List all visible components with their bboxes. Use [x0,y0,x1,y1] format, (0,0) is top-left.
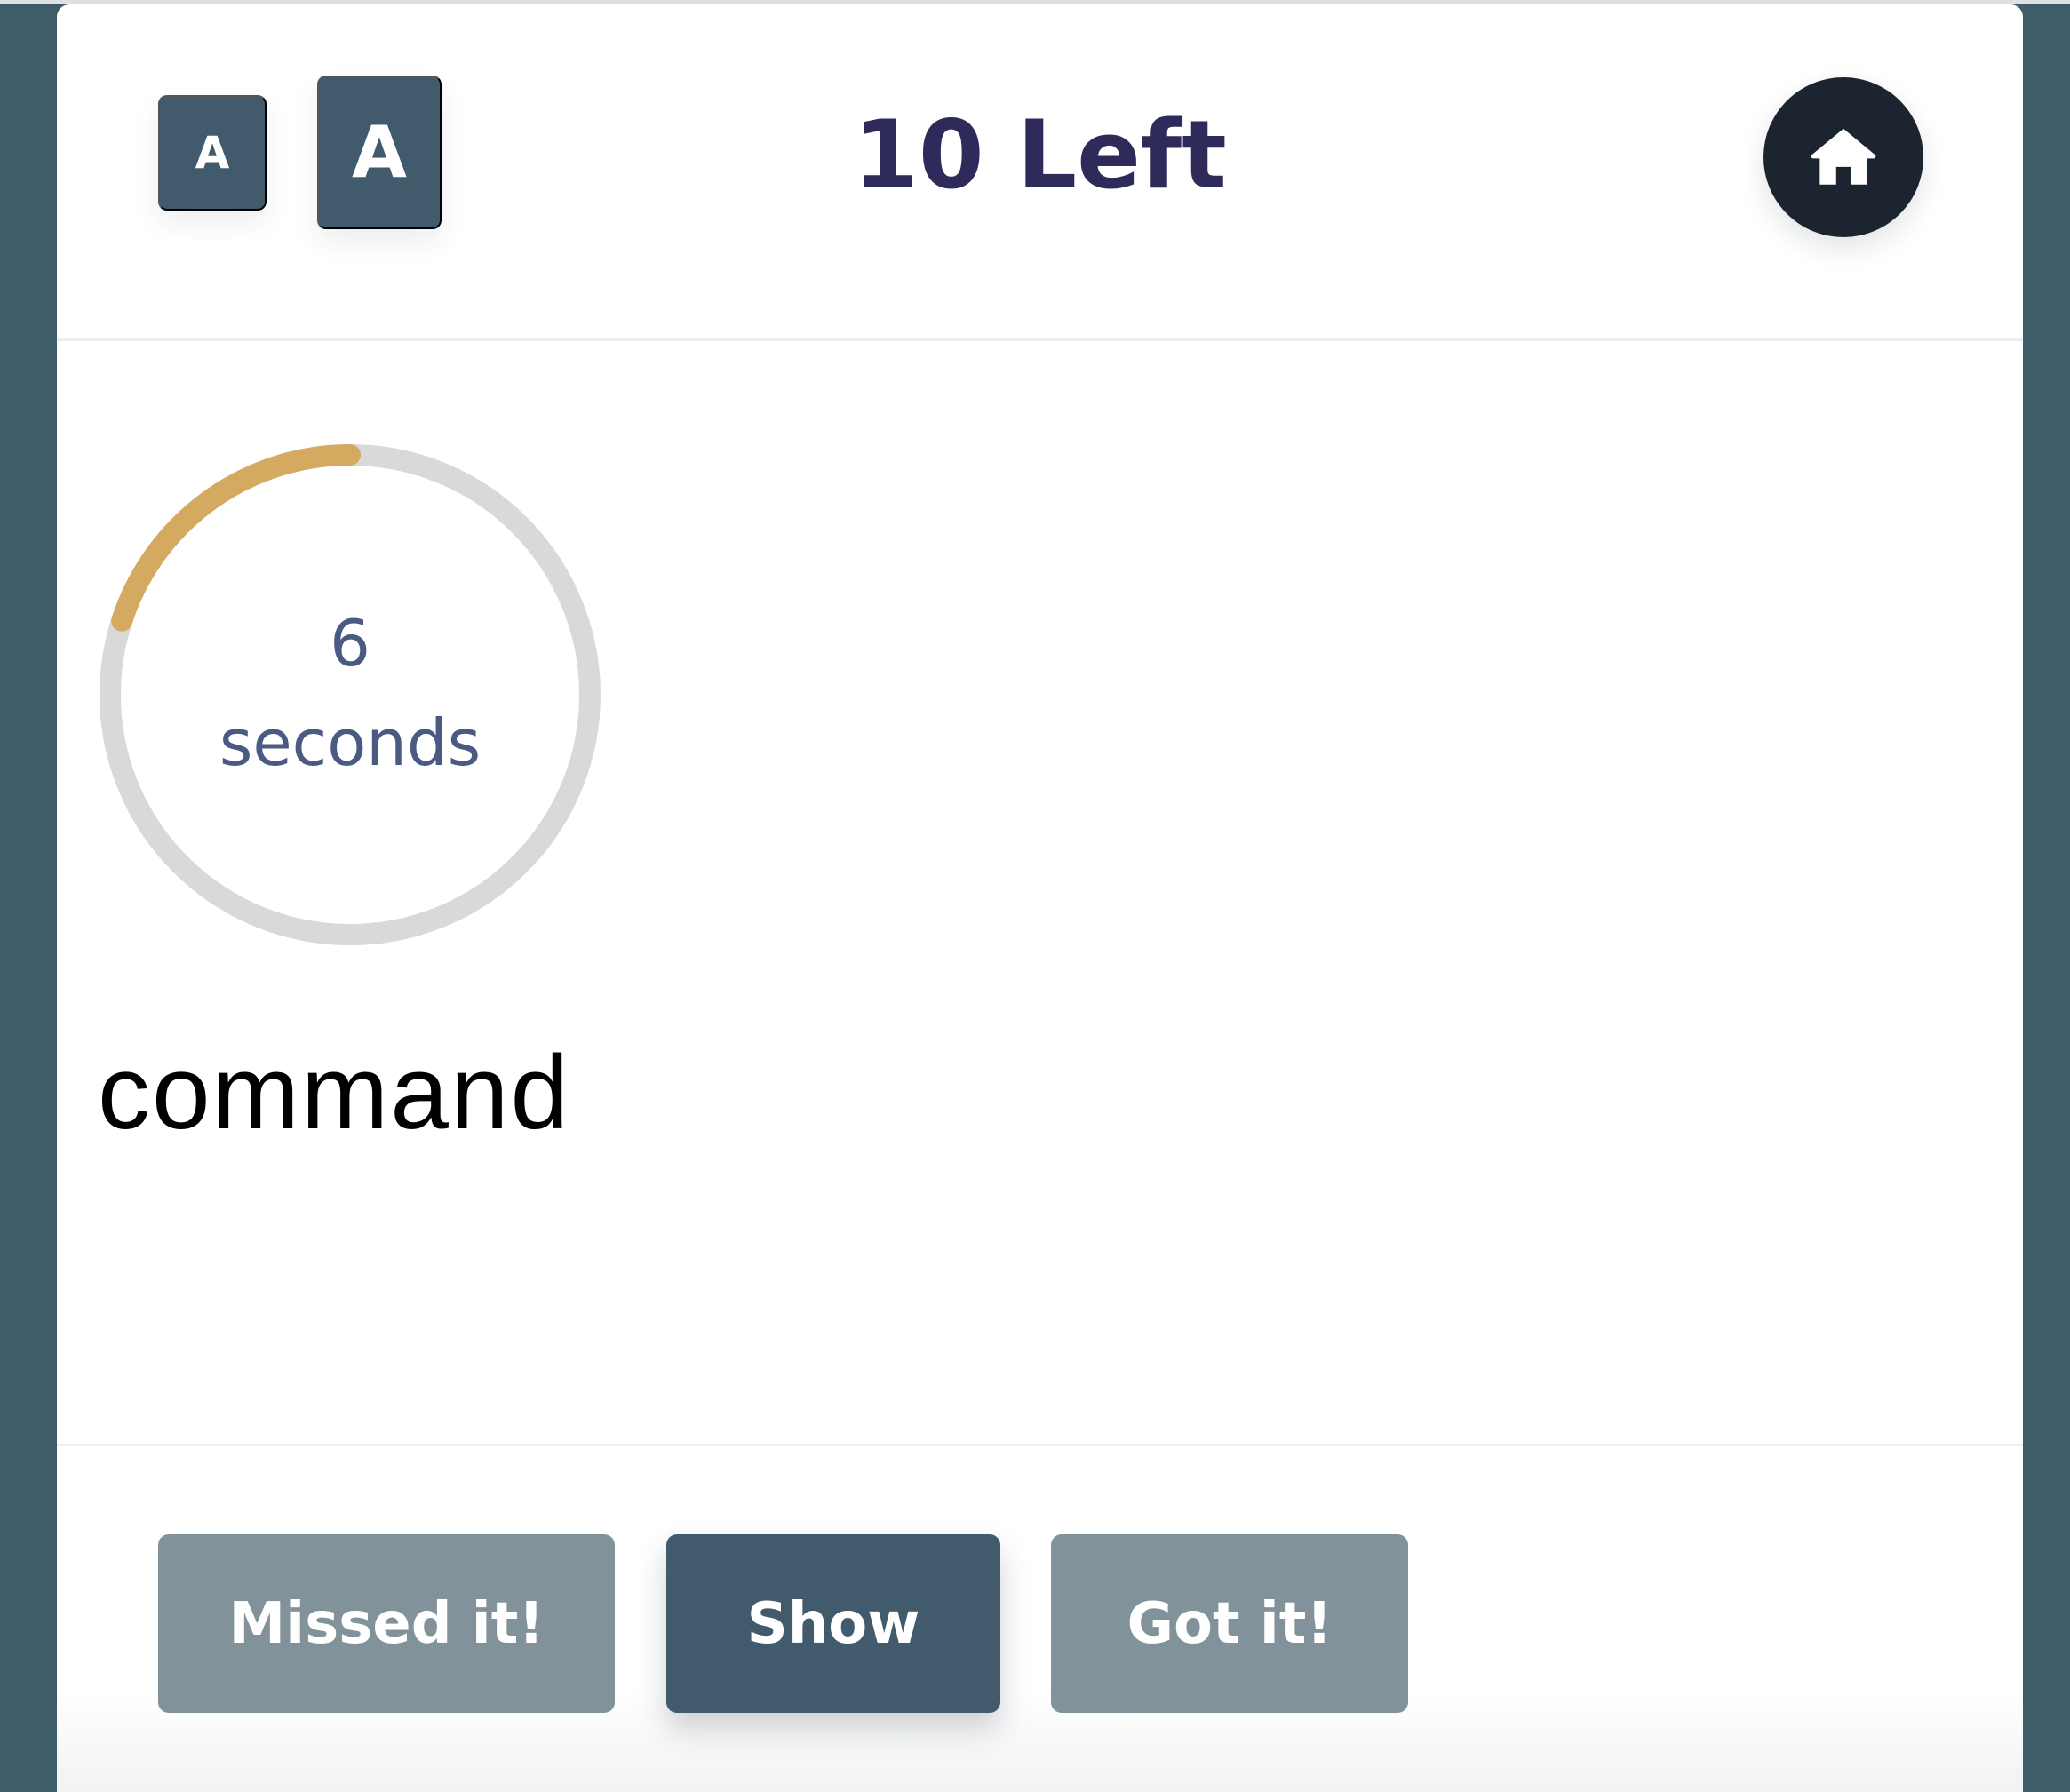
home-icon [1811,128,1876,185]
flashcard-header: A A 10 Left [57,4,2023,341]
flashcard-panel: A A 10 Left 6 seconds command Missed it!… [57,4,2023,1792]
show-button[interactable]: Show [666,1534,1000,1713]
cards-remaining-counter: 10 Left [853,100,1227,210]
countdown-value: 6 [330,606,370,681]
missed-it-button[interactable]: Missed it! [158,1534,615,1713]
flashcard-actions: Missed it! Show Got it! [57,1444,2023,1792]
countdown-ring [100,444,601,945]
home-button[interactable] [1763,77,1923,237]
got-it-button[interactable]: Got it! [1051,1534,1408,1713]
flashcard-word: command [98,1034,571,1151]
countdown-unit: seconds [219,705,482,780]
countdown-timer: 6 seconds [92,437,608,952]
